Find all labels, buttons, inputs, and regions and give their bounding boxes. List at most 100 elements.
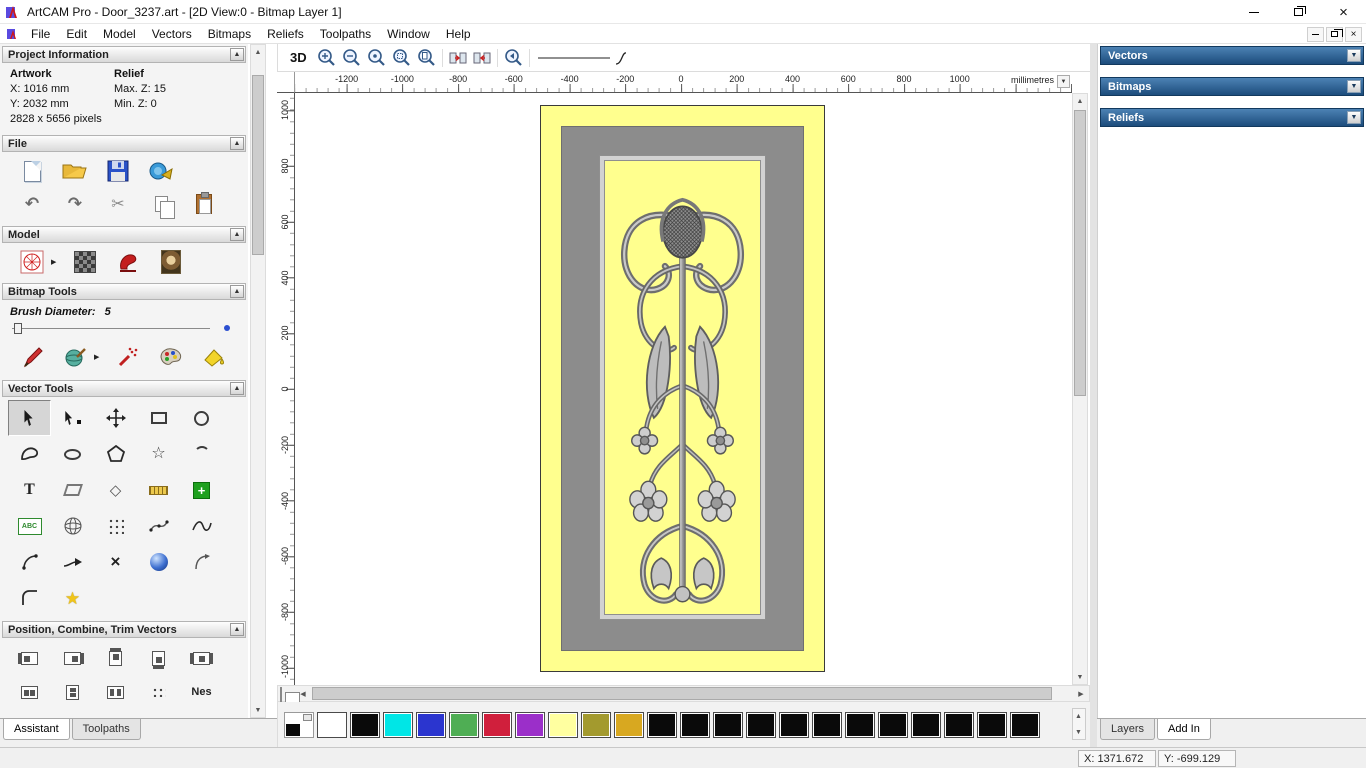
scatter-copies-tool[interactable] — [137, 675, 180, 709]
reliefs-panel-header[interactable]: Reliefs ▼ — [1100, 108, 1364, 127]
copy-button[interactable] — [147, 190, 175, 219]
menu-item-vectors[interactable]: Vectors — [144, 24, 200, 44]
center-vectors-tool[interactable] — [180, 641, 223, 675]
panel-divider[interactable] — [1090, 44, 1097, 747]
zoom-window-icon[interactable] — [392, 48, 411, 67]
palette-swatch[interactable] — [911, 711, 941, 738]
zoom-out-icon[interactable] — [342, 48, 361, 67]
scroll-left-arrow[interactable]: ◀ — [296, 687, 310, 701]
zoom-previous-icon[interactable] — [504, 48, 523, 67]
snap-right-icon[interactable] — [473, 50, 491, 66]
snap-left-icon[interactable] — [449, 50, 467, 66]
close-button[interactable]: × — [1321, 0, 1366, 24]
scroll-up-arrow[interactable]: ▲ — [251, 45, 265, 59]
redo-button[interactable]: ↷ — [61, 190, 89, 218]
shear-vectors-tool[interactable] — [51, 472, 94, 508]
offset-vectors-tool[interactable]: ★ — [51, 580, 94, 616]
trim-vectors-tool[interactable]: × — [94, 544, 137, 580]
palette-swatch[interactable] — [878, 711, 908, 738]
align-top-tool[interactable] — [94, 641, 137, 675]
palette-swatch[interactable] — [548, 711, 578, 738]
mdi-close-button[interactable]: × — [1345, 26, 1362, 42]
join-vectors-tool[interactable] — [51, 544, 94, 580]
tab-assistant[interactable]: Assistant — [3, 719, 70, 740]
fit-points-tool[interactable] — [137, 508, 180, 544]
menu-item-model[interactable]: Model — [95, 24, 144, 44]
wrap-text-sphere-tool[interactable] — [51, 508, 94, 544]
dot-grid-tool[interactable] — [94, 508, 137, 544]
export-model-button[interactable] — [147, 157, 175, 185]
fit-curve-tool[interactable] — [180, 508, 223, 544]
collapse-button[interactable]: ▲ — [230, 623, 244, 636]
mdi-minimize-button[interactable] — [1307, 26, 1324, 42]
section-header-model[interactable]: Model ▲ — [2, 226, 246, 243]
node-editing-tool[interactable] — [51, 400, 94, 436]
load-relief-button[interactable] — [18, 248, 46, 276]
collapse-button[interactable]: ▲ — [230, 285, 244, 298]
create-circle-tool[interactable] — [180, 400, 223, 436]
palette-swatch[interactable] — [1010, 711, 1040, 738]
transform-vectors-tool[interactable] — [94, 400, 137, 436]
collapse-button[interactable]: ▲ — [230, 228, 244, 241]
palette-swatch[interactable] — [614, 711, 644, 738]
scrollbar-thumb[interactable] — [1074, 110, 1086, 396]
section-header-file[interactable]: File ▲ — [2, 135, 246, 152]
palette-swatch[interactable] — [383, 711, 413, 738]
expand-button[interactable]: ▼ — [1347, 80, 1361, 93]
tab-add-in[interactable]: Add In — [1157, 719, 1211, 740]
collapse-button[interactable]: ▲ — [230, 382, 244, 395]
align-left-tool[interactable] — [8, 641, 51, 675]
palette-scrollbar[interactable]: ▲ ▼ — [1072, 708, 1086, 740]
palette-swatch[interactable] — [746, 711, 776, 738]
menu-item-help[interactable]: Help — [438, 24, 479, 44]
palette-scroll-up[interactable]: ▲ — [1072, 709, 1085, 723]
zoom-page-icon[interactable] — [417, 48, 436, 67]
canvas-horizontal-scrollbar[interactable]: ◀ ▶ — [277, 685, 1090, 703]
menu-item-window[interactable]: Window — [379, 24, 438, 44]
palette-swatch[interactable] — [680, 711, 710, 738]
create-diamond-tool[interactable]: ◇ — [94, 472, 137, 508]
palette-swatch[interactable] — [647, 711, 677, 738]
section-header-project-information[interactable]: Project Information ▲ — [2, 46, 246, 63]
relief-stamp-button[interactable] — [114, 248, 142, 276]
palette-swatch[interactable] — [317, 711, 347, 738]
smooth-curve-tool[interactable] — [180, 544, 223, 580]
create-polyline-tool[interactable] — [8, 436, 51, 472]
toggle-3d-view-button[interactable]: 3D — [286, 50, 311, 65]
paste-button[interactable] — [190, 190, 218, 218]
create-polygon-tool[interactable] — [94, 436, 137, 472]
blend-spline-tool[interactable] — [137, 544, 180, 580]
tab-layers[interactable]: Layers — [1100, 719, 1156, 740]
arc-fit-tool[interactable] — [8, 544, 51, 580]
palette-button[interactable] — [157, 343, 185, 371]
section-header-vector-tools[interactable]: Vector Tools ▲ — [2, 380, 246, 397]
assistant-scrollbar[interactable]: ▲ ▼ — [250, 44, 266, 718]
create-rectangle-tool[interactable] — [137, 400, 180, 436]
palette-swatch[interactable] — [350, 711, 380, 738]
create-ellipse-tool[interactable] — [51, 436, 94, 472]
page-view-icon[interactable] — [280, 687, 294, 703]
line-width-preview[interactable] — [536, 49, 626, 67]
menu-item-edit[interactable]: Edit — [58, 24, 95, 44]
units-dropdown[interactable]: ▼ — [1057, 75, 1070, 88]
spray-button[interactable] — [114, 343, 142, 371]
draw-sphere-button[interactable] — [61, 343, 89, 371]
undo-button[interactable]: ↶ — [18, 190, 46, 218]
section-header-position-combine-trim[interactable]: Position, Combine, Trim Vectors ▲ — [2, 621, 246, 638]
bitmaps-panel-header[interactable]: Bitmaps ▼ — [1100, 77, 1364, 96]
door-artwork[interactable] — [540, 105, 825, 672]
menu-item-bitmaps[interactable]: Bitmaps — [200, 24, 259, 44]
palette-swatch[interactable] — [713, 711, 743, 738]
align-right-tool[interactable] — [51, 641, 94, 675]
pair-vertical-tool[interactable] — [51, 675, 94, 709]
palette-swatch[interactable] — [812, 711, 842, 738]
palette-swatch[interactable] — [482, 711, 512, 738]
paste-vectors-tool[interactable]: + — [180, 472, 223, 508]
palette-swatch[interactable] — [416, 711, 446, 738]
palette-swatch[interactable] — [944, 711, 974, 738]
palette-scroll-down[interactable]: ▼ — [1072, 725, 1085, 739]
restore-button[interactable] — [1276, 0, 1321, 24]
scrollbar-thumb[interactable] — [252, 75, 264, 255]
tab-toolpaths[interactable]: Toolpaths — [71, 719, 141, 740]
paint-pencil-button[interactable] — [18, 343, 46, 371]
